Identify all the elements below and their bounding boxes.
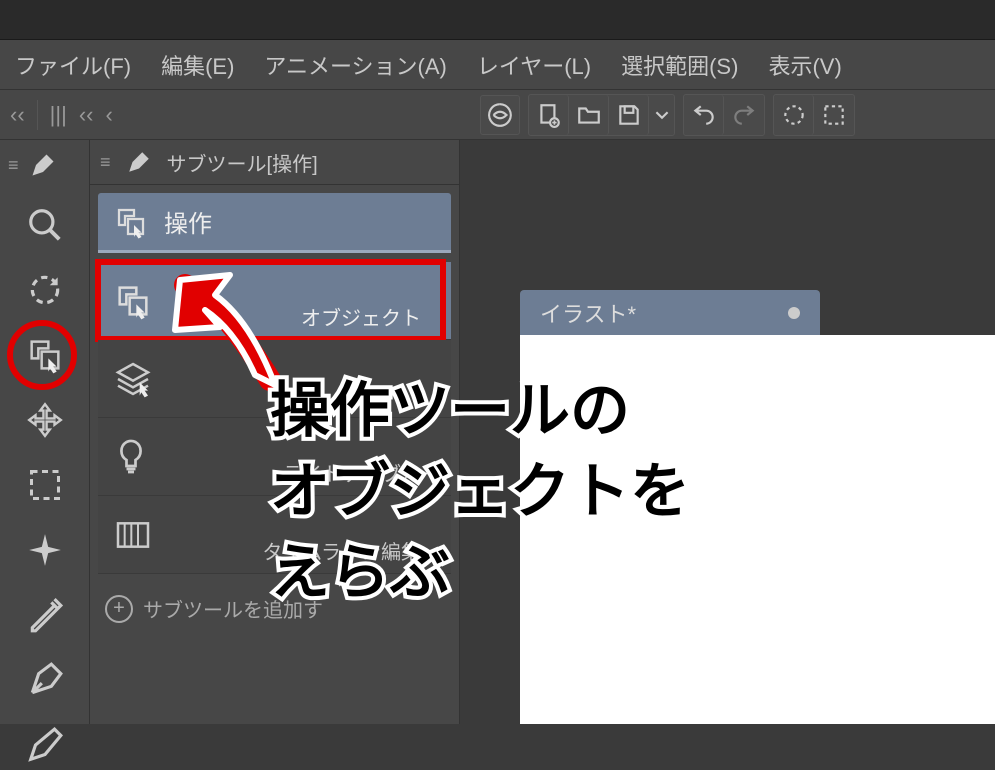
menu-view[interactable]: 表示(V) xyxy=(768,49,841,81)
menu-file[interactable]: ファイル(F) xyxy=(15,49,131,81)
subtool-pen-icon xyxy=(126,149,152,175)
annotation-line1: 操作ツールの xyxy=(270,370,690,451)
drag-handle-icon[interactable]: ||| xyxy=(50,102,67,128)
tool-palette: ≡ xyxy=(0,140,90,724)
deselect-icon[interactable] xyxy=(774,95,814,135)
subtool-tab-operation[interactable]: 操作 xyxy=(98,193,451,253)
menu-icon[interactable]: ≡ xyxy=(8,155,19,176)
marquee-tool[interactable] xyxy=(17,460,73,510)
menu-selection[interactable]: 選択範囲(S) xyxy=(621,49,738,81)
dropdown-icon[interactable] xyxy=(649,95,674,135)
open-file-icon[interactable] xyxy=(569,95,609,135)
redo-icon[interactable] xyxy=(724,95,764,135)
eyedropper-tool[interactable] xyxy=(17,590,73,640)
pen-tool[interactable] xyxy=(17,655,73,705)
undo-redo-group xyxy=(683,94,765,136)
menu-layer[interactable]: レイヤー(L) xyxy=(477,49,591,81)
subtool-title: サブツール[操作] xyxy=(167,148,318,177)
pencil-tool[interactable] xyxy=(17,720,73,770)
nav-first-icon[interactable]: ‹‹ xyxy=(10,102,25,128)
quick-access-icon[interactable] xyxy=(480,95,520,135)
zoom-tool[interactable] xyxy=(17,200,73,250)
pen-icon xyxy=(29,151,57,179)
misc-group xyxy=(773,94,855,136)
nav-controls: ‹‹ ||| ‹‹ ‹ xyxy=(0,100,470,130)
nav-prev-icon[interactable]: ‹ xyxy=(105,102,112,128)
subtool-object-label: オブジェクト xyxy=(301,302,421,331)
subtool-tab-label: 操作 xyxy=(164,204,212,239)
menubar: ファイル(F) 編集(E) アニメーション(A) レイヤー(L) 選択範囲(S)… xyxy=(0,40,995,90)
save-icon[interactable] xyxy=(609,95,649,135)
file-group xyxy=(528,94,675,136)
menu-icon[interactable]: ≡ xyxy=(100,152,111,173)
undo-icon[interactable] xyxy=(684,95,724,135)
operation-tool[interactable] xyxy=(17,330,73,380)
document-tab-label: イラスト* xyxy=(540,297,636,329)
nav-prev-double-icon[interactable]: ‹‹ xyxy=(79,102,94,128)
document-tab[interactable]: イラスト* xyxy=(520,290,820,335)
titlebar xyxy=(0,0,995,40)
command-bar: ‹‹ ||| ‹‹ ‹ xyxy=(0,90,995,140)
annotation-line2: オブジェクトを xyxy=(270,451,690,532)
rotate-tool[interactable] xyxy=(17,265,73,315)
modified-indicator-icon xyxy=(788,307,800,319)
annotation-text: 操作ツールの オブジェクトを えらぶ xyxy=(270,370,690,613)
new-file-icon[interactable] xyxy=(529,95,569,135)
menu-edit[interactable]: 編集(E) xyxy=(161,49,234,81)
menu-animation[interactable]: アニメーション(A) xyxy=(264,49,446,81)
wand-tool[interactable] xyxy=(17,525,73,575)
move-tool[interactable] xyxy=(17,395,73,445)
annotation-line3: えらぶ xyxy=(270,532,690,613)
toolbar xyxy=(470,94,855,136)
select-rect-icon[interactable] xyxy=(814,95,854,135)
plus-icon: + xyxy=(105,595,133,623)
highlight-circle xyxy=(7,320,77,390)
